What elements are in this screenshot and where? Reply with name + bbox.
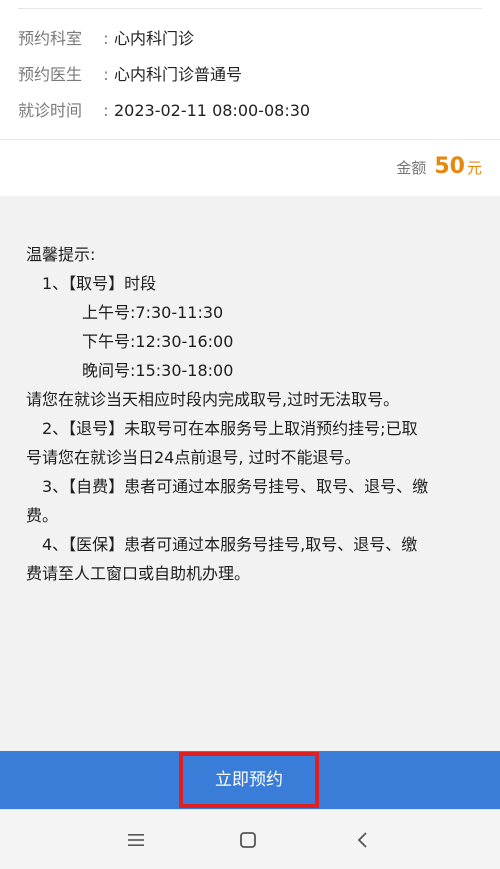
tips-line: 号请您在就诊当日24点前退号, 过时不能退号。 bbox=[26, 448, 361, 467]
visit-time-sep: : bbox=[103, 101, 109, 120]
tips-line: 下午号:12:30-16:00 bbox=[82, 332, 234, 351]
tips-line: 请您在就诊当天相应时段内完成取号,过时无法取号。 bbox=[26, 390, 400, 409]
visit-time-row: 就诊时间:2023-02-11 08:00-08:30 bbox=[18, 96, 310, 126]
doctor-value: 心内科门诊普通号 bbox=[114, 65, 243, 84]
nav-home-button[interactable] bbox=[228, 824, 268, 856]
tips-line: 费。 bbox=[26, 506, 59, 525]
department-value: 心内科门诊 bbox=[114, 29, 195, 48]
visit-time-value: 2023-02-11 08:00-08:30 bbox=[114, 101, 311, 120]
visit-time-label: 就诊时间 bbox=[18, 101, 83, 120]
nav-menu-button[interactable] bbox=[116, 824, 156, 856]
amount-label: 金额 bbox=[396, 159, 427, 177]
tips-line: 2、【退号】未取号可在本服务号上取消预约挂号;已取 bbox=[42, 419, 418, 438]
tips-line: 晚间号:15:30-18:00 bbox=[82, 361, 234, 380]
tips-title: 温馨提示: bbox=[26, 245, 96, 264]
system-nav-bar bbox=[0, 809, 500, 869]
warm-tips: 温馨提示: 1、【取号】时段 上午号:7:30-11:30 下午号:12:30-… bbox=[26, 240, 478, 588]
department-row: 预约科室: 心内科门诊 bbox=[18, 24, 194, 54]
amount-value: 50 bbox=[434, 154, 465, 179]
amount-unit: 元 bbox=[466, 159, 482, 177]
book-now-button[interactable]: 立即预约 bbox=[179, 752, 319, 808]
tips-line: 1、【取号】时段 bbox=[42, 274, 157, 293]
tips-line: 3、【自费】患者可通过本服务号挂号、取号、退号、缴 bbox=[42, 477, 429, 496]
tips-line: 4、【医保】患者可通过本服务号挂号,取号、退号、缴 bbox=[42, 535, 418, 554]
tips-line: 上午号:7:30-11:30 bbox=[82, 303, 224, 322]
top-divider bbox=[18, 8, 482, 9]
tips-line: 费请至人工窗口或自助机办理。 bbox=[26, 564, 251, 583]
doctor-row: 预约医生: 心内科门诊普通号 bbox=[18, 60, 242, 90]
home-icon bbox=[240, 832, 256, 848]
department-label: 预约科室 bbox=[18, 29, 83, 48]
amount-row: 金额 50 元 bbox=[396, 150, 482, 184]
doctor-label: 预约医生 bbox=[18, 65, 83, 84]
department-sep: : bbox=[103, 29, 109, 48]
back-icon bbox=[357, 832, 367, 848]
nav-back-button[interactable] bbox=[343, 824, 383, 856]
doctor-sep: : bbox=[103, 65, 109, 84]
booking-info-card: 预约科室: 心内科门诊 预约医生: 心内科门诊普通号 就诊时间:2023-02-11… bbox=[0, 0, 500, 196]
menu-icon bbox=[128, 834, 144, 846]
card-divider bbox=[0, 139, 500, 140]
